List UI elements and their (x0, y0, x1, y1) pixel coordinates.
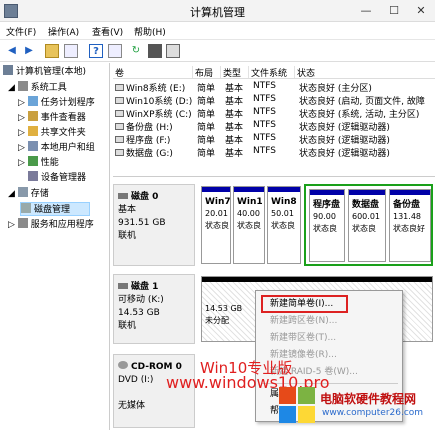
help-icon[interactable]: ? (89, 44, 103, 58)
properties-icon[interactable] (108, 44, 122, 58)
windows-logo-icon (279, 387, 315, 423)
tree-disk-management[interactable]: 磁盘管理 (20, 202, 90, 216)
partition-backup[interactable]: 备份盘 131.48 状态良好 (389, 189, 431, 262)
volume-row[interactable]: 数据盘 (G:) 简单 基本 NTFS 状态良好 (逻辑驱动器) (113, 146, 435, 159)
navigation-tree: 计算机管理(本地) ◢ 系统工具 ▷ 任务计划程序 ▷ 事件查看器 ▷ 共享文件… (0, 63, 110, 430)
menu-view[interactable]: 查看(V) (92, 25, 123, 38)
volume-icon (115, 110, 124, 117)
partition-program[interactable]: 程序盘 90.00 状态良 (309, 189, 345, 262)
tree-services[interactable]: ▷ 服务和应用程序 (8, 218, 94, 232)
menu-new-spanned-volume[interactable]: 新建跨区卷(N)... (270, 313, 337, 329)
tree-system-tools[interactable]: ◢ 系统工具 (8, 81, 67, 95)
logo-name: 电脑软硬件教程网 (320, 392, 417, 406)
expand-icon[interactable]: ▷ (18, 158, 28, 168)
tree-task-scheduler[interactable]: ▷ 任务计划程序 (18, 96, 95, 110)
partition-bar (310, 190, 344, 195)
partition-bar (234, 187, 264, 192)
volume-row[interactable]: Win10系统 (D:) 简单 基本 NTFS 状态良好 (启动, 页面文件, … (113, 94, 435, 107)
tree-storage[interactable]: ◢ 存储 (8, 187, 49, 201)
computer-icon (3, 65, 13, 75)
close-button[interactable]: ✕ (407, 0, 435, 22)
volume-row[interactable]: WinXP系统 (C:) 简单 基本 NTFS 状态良好 (系统, 活动, 主分… (113, 107, 435, 120)
disk-icon (21, 203, 31, 213)
partition-bar (202, 187, 230, 192)
tree-shared-folders[interactable]: ▷ 共享文件夹 (18, 126, 86, 140)
volume-icon (115, 97, 124, 104)
partition-win10[interactable]: Win1 40.00 状态良 (233, 186, 265, 264)
expand-icon[interactable]: ▷ (18, 113, 28, 123)
forward-icon[interactable]: ▶ (22, 44, 36, 58)
volume-icon (115, 149, 124, 156)
partition-bar (390, 190, 430, 195)
tools-icon (17, 81, 28, 91)
volume-icon (115, 84, 124, 91)
settings-icon[interactable] (166, 44, 180, 58)
volume-row[interactable]: 程序盘 (F:) 简单 基本 NTFS 状态良好 (逻辑驱动器) (113, 133, 435, 146)
collapse-icon[interactable]: ◢ (8, 83, 18, 93)
logo-url: www.computer26.com (322, 408, 424, 418)
expand-icon[interactable]: ▷ (18, 98, 28, 108)
menu-help[interactable]: 帮助(H) (134, 25, 166, 38)
partition-bar (349, 190, 385, 195)
maximize-button[interactable]: ☐ (380, 0, 408, 22)
refresh-icon[interactable]: ↻ (129, 44, 143, 58)
performance-icon (27, 156, 38, 166)
tree-device-manager[interactable]: 设备管理器 (28, 171, 86, 185)
removable-disk-icon (118, 283, 128, 289)
volume-icon (115, 136, 124, 143)
tree-root[interactable]: 计算机管理(本地) (3, 65, 86, 79)
partition-win8[interactable]: Win8 50.01 状态良 (267, 186, 301, 264)
disk0-label[interactable]: 磁盘 0 基本 931.51 GB 联机 (113, 184, 195, 266)
users-icon (27, 141, 38, 151)
menu-action[interactable]: 操作(A) (48, 25, 79, 38)
volume-row[interactable]: Win8系统 (E:) 简单 基本 NTFS 状态良好 (主分区) (113, 81, 435, 94)
back-icon[interactable]: ◀ (5, 44, 19, 58)
up-folder-icon[interactable] (45, 44, 59, 58)
tree-event-viewer[interactable]: ▷ 事件查看器 (18, 111, 86, 125)
volume-list-header: 卷 布局 类型 文件系统 状态 (113, 65, 435, 79)
folder-icon (27, 126, 38, 136)
volume-icon (115, 123, 124, 130)
hard-disk-icon (118, 193, 128, 199)
partition-win7[interactable]: Win7 20.01 状态良 (201, 186, 231, 264)
expand-icon[interactable]: ▷ (18, 128, 28, 138)
volume-list: 卷 布局 类型 文件系统 状态 Win8系统 (E:) 简单 基本 NTFS 状… (113, 65, 435, 177)
partition-bar (202, 277, 432, 282)
cd-icon (118, 361, 128, 369)
menu-new-striped-volume[interactable]: 新建带区卷(T)... (270, 330, 336, 346)
menu-new-simple-volume[interactable]: 新建简单卷(I)... (270, 296, 333, 312)
column-status[interactable]: 状态 (297, 66, 433, 79)
disk1-label[interactable]: 磁盘 1 可移动 (K:) 14.53 GB 联机 (113, 274, 195, 344)
site-logo: 电脑软硬件教程网 www.computer26.com (278, 380, 435, 430)
expand-icon[interactable]: ▷ (8, 220, 18, 230)
show-hide-tree-icon[interactable] (64, 44, 78, 58)
column-type[interactable]: 类型 (223, 66, 249, 79)
expand-icon[interactable]: ▷ (18, 143, 28, 153)
column-volume[interactable]: 卷 (115, 66, 193, 79)
drive-icon[interactable] (148, 44, 162, 58)
collapse-icon[interactable]: ◢ (8, 189, 18, 199)
title-bar: 计算机管理 — ☐ ✕ (0, 0, 435, 22)
clock-icon (27, 96, 38, 106)
device-icon (28, 171, 38, 181)
tree-performance[interactable]: ▷ 性能 (18, 156, 59, 170)
partition-data[interactable]: 数据盘 600.01 状态良 (348, 189, 386, 262)
partition-bar (268, 187, 300, 192)
services-icon (17, 218, 28, 228)
tree-local-users[interactable]: ▷ 本地用户和组 (18, 141, 95, 155)
menu-bar: 文件(F) 操作(A) 查看(V) 帮助(H) (0, 22, 435, 40)
storage-icon (17, 187, 28, 197)
volume-row[interactable]: 备份盘 (H:) 简单 基本 NTFS 状态良好 (逻辑驱动器) (113, 120, 435, 133)
menu-file[interactable]: 文件(F) (6, 25, 36, 38)
minimize-button[interactable]: — (352, 0, 380, 22)
event-icon (27, 111, 38, 121)
toolbar: ◀ ▶ ? ↻ (0, 40, 435, 62)
column-layout[interactable]: 布局 (195, 66, 221, 79)
column-filesystem[interactable]: 文件系统 (251, 66, 295, 79)
